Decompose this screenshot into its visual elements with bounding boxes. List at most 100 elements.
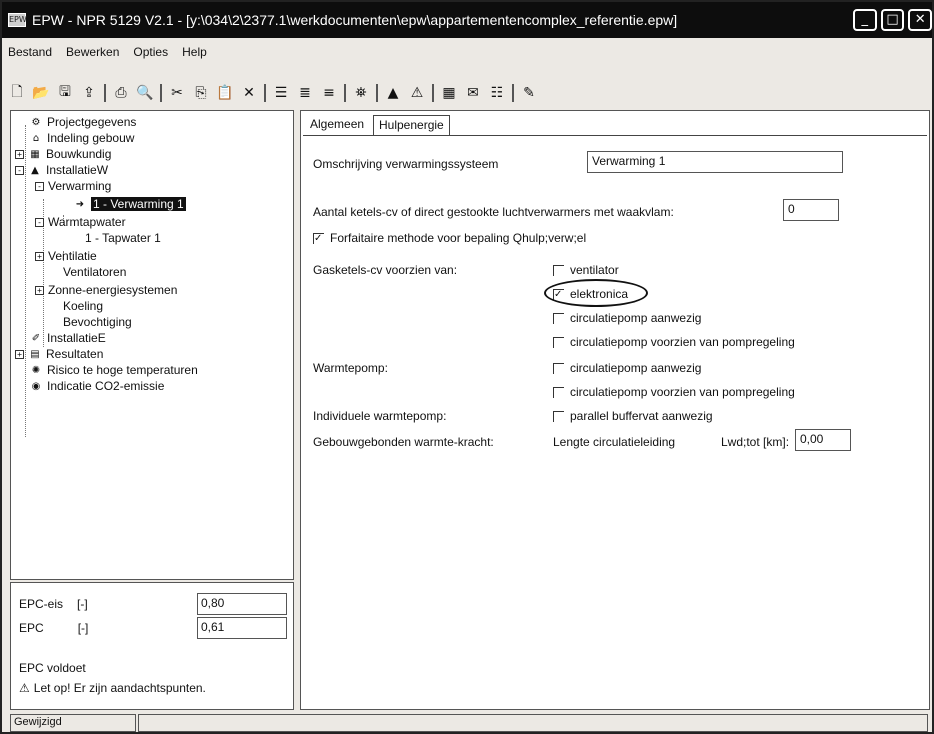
gebouwgebonden-label: Gebouwgebonden warmte-kracht: xyxy=(313,435,494,449)
tree-item-co2[interactable]: ◉ Indicatie CO2-emissie xyxy=(29,379,165,393)
list-detail-icon[interactable]: ≣ xyxy=(296,84,314,102)
gas-circulatiepomp-checkbox[interactable]: circulatiepomp aanwezig xyxy=(553,311,701,325)
toolbar-separator xyxy=(344,84,346,102)
binoculars-icon[interactable]: ⛯ xyxy=(352,84,370,102)
chart-icon[interactable]: ▲ xyxy=(384,84,402,102)
warmtepomp-label: Warmtepomp: xyxy=(313,361,388,375)
tree-item-label: Resultaten xyxy=(46,347,104,361)
menu-bewerken[interactable]: Bewerken xyxy=(66,45,119,59)
expand-toggle[interactable]: + xyxy=(15,149,24,159)
tree-item-label: Bouwkundig xyxy=(46,147,112,161)
tab-algemeen[interactable]: Algemeen xyxy=(305,115,369,135)
toolbar-separator xyxy=(264,84,266,102)
checkbox-unchecked[interactable] xyxy=(553,362,564,374)
checkbox-checked[interactable]: ✓ xyxy=(313,232,324,244)
tree-item-bouwkundig[interactable]: + ▦ Bouwkundig xyxy=(15,147,111,161)
copy-icon[interactable]: ⎘ xyxy=(192,84,210,102)
calculator-icon[interactable]: ▦ xyxy=(440,84,458,102)
tab-hulpenergie[interactable]: Hulpenergie xyxy=(373,115,450,135)
checkbox-unchecked[interactable] xyxy=(553,312,564,324)
epc-warning-row: ⚠ Let op! Er zijn aandachtspunten. xyxy=(19,681,206,695)
delete-icon[interactable]: ✕ xyxy=(240,84,258,102)
title-bar[interactable]: EPW EPW - NPR 5129 V2.1 - [y:\034\2\2377… xyxy=(2,2,932,38)
menu-opties[interactable]: Opties xyxy=(133,45,168,59)
ventilator-checkbox[interactable]: ventilator xyxy=(553,263,619,277)
wp-circulatiepomp-checkbox[interactable]: circulatiepomp aanwezig xyxy=(553,361,701,375)
tree-item-label: Verwarming xyxy=(48,179,112,193)
checkbox-unchecked[interactable] xyxy=(553,336,564,348)
warning-icon: ⚠ xyxy=(19,681,30,695)
minimize-icon[interactable]: _ xyxy=(852,9,877,31)
expand-toggle[interactable]: + xyxy=(35,285,44,295)
toolbar-separator xyxy=(512,84,514,102)
list-icon[interactable]: ☰ xyxy=(272,84,290,102)
wp-pompregeling-checkbox[interactable]: circulatiepomp voorzien van pompregeling xyxy=(553,385,795,399)
cut-icon[interactable]: ✂ xyxy=(168,84,186,102)
tree-item-projectgegevens[interactable]: ⚙ Projectgegevens xyxy=(29,115,137,129)
project-icon: ⚙ xyxy=(31,116,41,128)
expand-toggle[interactable]: + xyxy=(15,349,24,359)
tree-item-indeling-gebouw[interactable]: ⌂ Indeling gebouw xyxy=(29,131,135,145)
menu-bestand[interactable]: Bestand xyxy=(8,45,52,59)
checkbox-unchecked[interactable] xyxy=(553,410,564,422)
paste-icon[interactable]: 📋 xyxy=(216,84,234,102)
new-file-icon[interactable]: 🗋 xyxy=(8,84,26,102)
tree-item-installatiew[interactable]: - ▲ InstallatieW xyxy=(15,163,108,177)
checkbox-unchecked[interactable] xyxy=(553,264,564,276)
epc-status: EPC voldoet xyxy=(19,661,86,675)
print-preview-icon[interactable]: 🔍 xyxy=(136,84,154,102)
tree-item-verwarming[interactable]: - Verwarming xyxy=(35,179,111,193)
tree-item-verwarming-1[interactable]: ➜ 1 - Verwarming 1 xyxy=(73,197,186,211)
gasketels-label: Gasketels-cv voorzien van: xyxy=(313,263,458,277)
tree-item-resultaten[interactable]: + ▤ Resultaten xyxy=(15,347,103,361)
tab-divider xyxy=(303,135,927,136)
toolbar-separator xyxy=(376,84,378,102)
status-message xyxy=(138,714,928,732)
tree-item-bevochtiging[interactable]: Bevochtiging xyxy=(63,315,132,329)
expand-toggle[interactable]: + xyxy=(35,251,44,261)
app-window: EPW EPW - NPR 5129 V2.1 - [y:\034\2\2377… xyxy=(0,0,934,734)
collapse-toggle[interactable]: - xyxy=(15,165,24,175)
warning-icon[interactable]: ⚠ xyxy=(408,84,426,102)
tree-item-warmtapwater[interactable]: - Warmtapwater xyxy=(35,215,126,229)
tree-item-installatiee[interactable]: ✐ InstallatieE xyxy=(29,331,106,345)
tree-item-zonne-energiesystemen[interactable]: + Zonne-energiesystemen xyxy=(35,283,177,297)
forfaitaire-checkbox[interactable]: ✓ Forfaitaire methode voor bepaling Qhul… xyxy=(313,231,586,245)
omschrijving-input[interactable]: Verwarming 1 xyxy=(587,151,843,173)
results-icon: ▤ xyxy=(30,348,40,360)
app-icon[interactable]: EPW xyxy=(8,13,27,27)
save-icon[interactable]: 🖫 xyxy=(56,84,74,102)
report-icon[interactable]: ✉ xyxy=(464,84,482,102)
checkbox-unchecked[interactable] xyxy=(553,386,564,398)
project-tree[interactable]: ⚙ Projectgegevens ⌂ Indeling gebouw + ▦ … xyxy=(10,110,294,580)
open-folder-icon[interactable]: 📂 xyxy=(32,84,50,102)
help-book-icon[interactable]: ✎ xyxy=(520,84,538,102)
sun-icon: ✺ xyxy=(31,364,41,376)
settings-icon[interactable]: ☷ xyxy=(488,84,506,102)
tree-item-ventilatoren[interactable]: Ventilatoren xyxy=(63,265,126,279)
close-icon[interactable]: ✕ xyxy=(908,9,932,31)
tree-item-risico[interactable]: ✺ Risico te hoge temperaturen xyxy=(29,363,198,377)
tree-item-ventilatie[interactable]: + Ventilatie xyxy=(35,249,97,263)
maximize-icon[interactable]: □ xyxy=(880,9,905,31)
buffervat-label: parallel buffervat aanwezig xyxy=(570,409,713,423)
status-bar: Gewijzigd xyxy=(2,712,932,732)
gas-pompregeling-checkbox[interactable]: circulatiepomp voorzien van pompregeling xyxy=(553,335,795,349)
collapse-toggle[interactable]: - xyxy=(35,181,44,191)
lwd-label: Lwd;tot [km]: xyxy=(721,435,790,449)
forfaitaire-label: Forfaitaire methode voor bepaling Qhulp;… xyxy=(330,231,587,245)
lwd-input[interactable]: 0,00 xyxy=(795,429,851,451)
print-icon[interactable]: ⎙ xyxy=(112,84,130,102)
aantal-input[interactable]: 0 xyxy=(783,199,839,221)
collapse-toggle[interactable]: - xyxy=(35,217,44,227)
upload-icon[interactable]: ⇪ xyxy=(80,84,98,102)
tree-item-label: Warmtapwater xyxy=(48,215,126,229)
tree-item-label: 1 - Verwarming 1 xyxy=(91,197,186,211)
tree-item-tapwater-1[interactable]: 1 - Tapwater 1 xyxy=(85,231,161,245)
tree-item-koeling[interactable]: Koeling xyxy=(63,299,103,313)
menu-help[interactable]: Help xyxy=(182,45,207,59)
list-tree-icon[interactable]: ≡ xyxy=(320,84,338,102)
installation-icon: ▲ xyxy=(31,164,39,176)
buffervat-checkbox[interactable]: parallel buffervat aanwezig xyxy=(553,409,713,423)
epc-unit: [-] xyxy=(77,621,89,635)
